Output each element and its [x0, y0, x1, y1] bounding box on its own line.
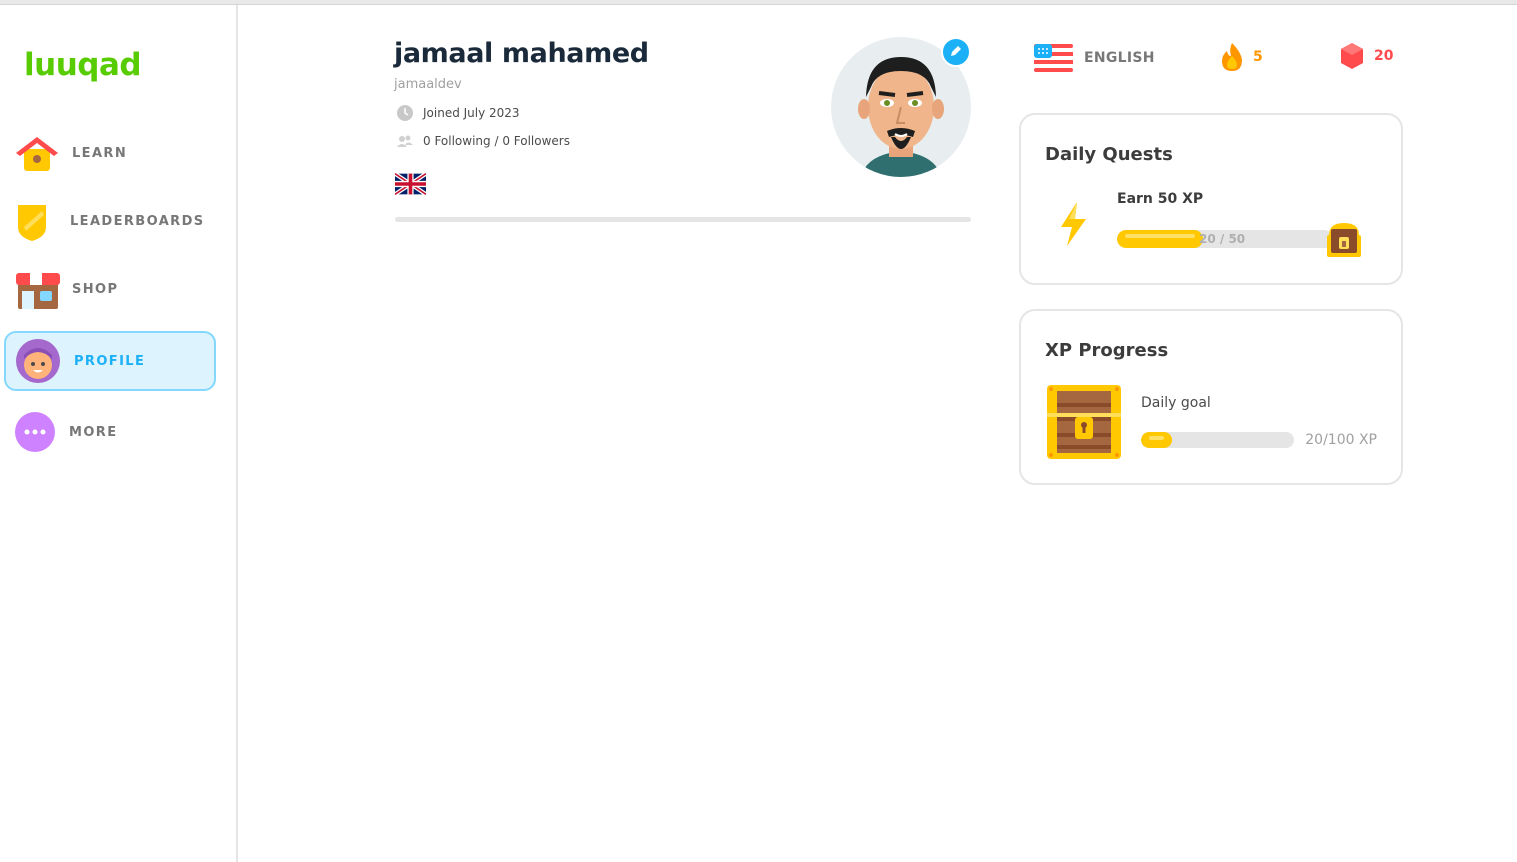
follow-row: 0 Following / 0 Followers	[396, 132, 570, 150]
us-flag-icon	[1034, 42, 1073, 74]
gems-counter[interactable]: 20	[1340, 42, 1393, 70]
pencil-icon	[949, 43, 963, 62]
sidebar-item-learn[interactable]: LEARN	[4, 123, 216, 183]
profile-divider	[395, 217, 971, 222]
lightning-icon	[1057, 201, 1089, 247]
flame-icon	[1219, 42, 1245, 72]
sidebar-item-label: MORE	[69, 424, 118, 440]
sidebar-item-leaderboards[interactable]: LEADERBOARDS	[4, 191, 216, 251]
xp-progress-fill	[1141, 432, 1172, 448]
shop-icon	[12, 265, 60, 313]
sidebar: luuqad LEARN LEADERBOARDS SHOP PROFILE M…	[0, 5, 238, 862]
clock-icon	[396, 104, 414, 122]
sidebar-item-label: SHOP	[72, 281, 119, 297]
card-title: XP Progress	[1045, 340, 1169, 361]
profile-username: jamaaldev	[394, 77, 462, 92]
uk-flag-icon[interactable]	[393, 171, 428, 197]
xp-progress-bar	[1141, 432, 1294, 448]
app-logo[interactable]: luuqad	[24, 47, 142, 83]
quest-progress-shine	[1125, 234, 1196, 238]
quest-progress-text: 20 / 50	[1199, 232, 1246, 246]
joined-row: Joined July 2023	[396, 104, 520, 122]
more-dots-icon	[14, 411, 56, 453]
home-icon	[12, 129, 60, 177]
sidebar-item-label: LEARN	[72, 145, 128, 161]
sidebar-item-label: LEADERBOARDS	[70, 213, 205, 229]
profile-avatar-icon	[14, 337, 62, 385]
streak-count: 5	[1253, 49, 1263, 65]
follow-counts[interactable]: 0 Following / 0 Followers	[423, 134, 570, 148]
daily-quests-card: Daily Quests Earn 50 XP 20 / 50	[1019, 113, 1403, 285]
language-selector[interactable]: ENGLISH	[1034, 42, 1155, 74]
gem-icon	[1340, 42, 1364, 70]
chest-icon	[1325, 219, 1363, 259]
language-label: ENGLISH	[1084, 50, 1155, 66]
shield-icon	[8, 197, 56, 245]
daily-goal-label: Daily goal	[1141, 395, 1211, 411]
quest-progress-fill	[1117, 230, 1204, 248]
streak-counter[interactable]: 5	[1219, 42, 1263, 72]
card-title: Daily Quests	[1045, 144, 1173, 165]
sidebar-item-more[interactable]: MORE	[4, 402, 216, 462]
joined-date: Joined July 2023	[423, 106, 520, 120]
profile-name: jamaal mahamed	[394, 38, 649, 69]
xp-progress-text: 20/100 XP	[1305, 432, 1377, 448]
xp-progress-shine	[1149, 436, 1164, 440]
edit-profile-button[interactable]	[941, 37, 971, 67]
xp-progress-card: XP Progress Daily goal 20/100 XP	[1019, 309, 1403, 485]
sidebar-item-label: PROFILE	[74, 353, 146, 369]
sidebar-item-shop[interactable]: SHOP	[4, 259, 216, 319]
people-icon	[396, 132, 414, 150]
quest-label: Earn 50 XP	[1117, 191, 1204, 207]
gems-count: 20	[1374, 48, 1394, 64]
treasure-chest-icon	[1045, 383, 1123, 461]
sidebar-item-profile[interactable]: PROFILE	[4, 331, 216, 391]
